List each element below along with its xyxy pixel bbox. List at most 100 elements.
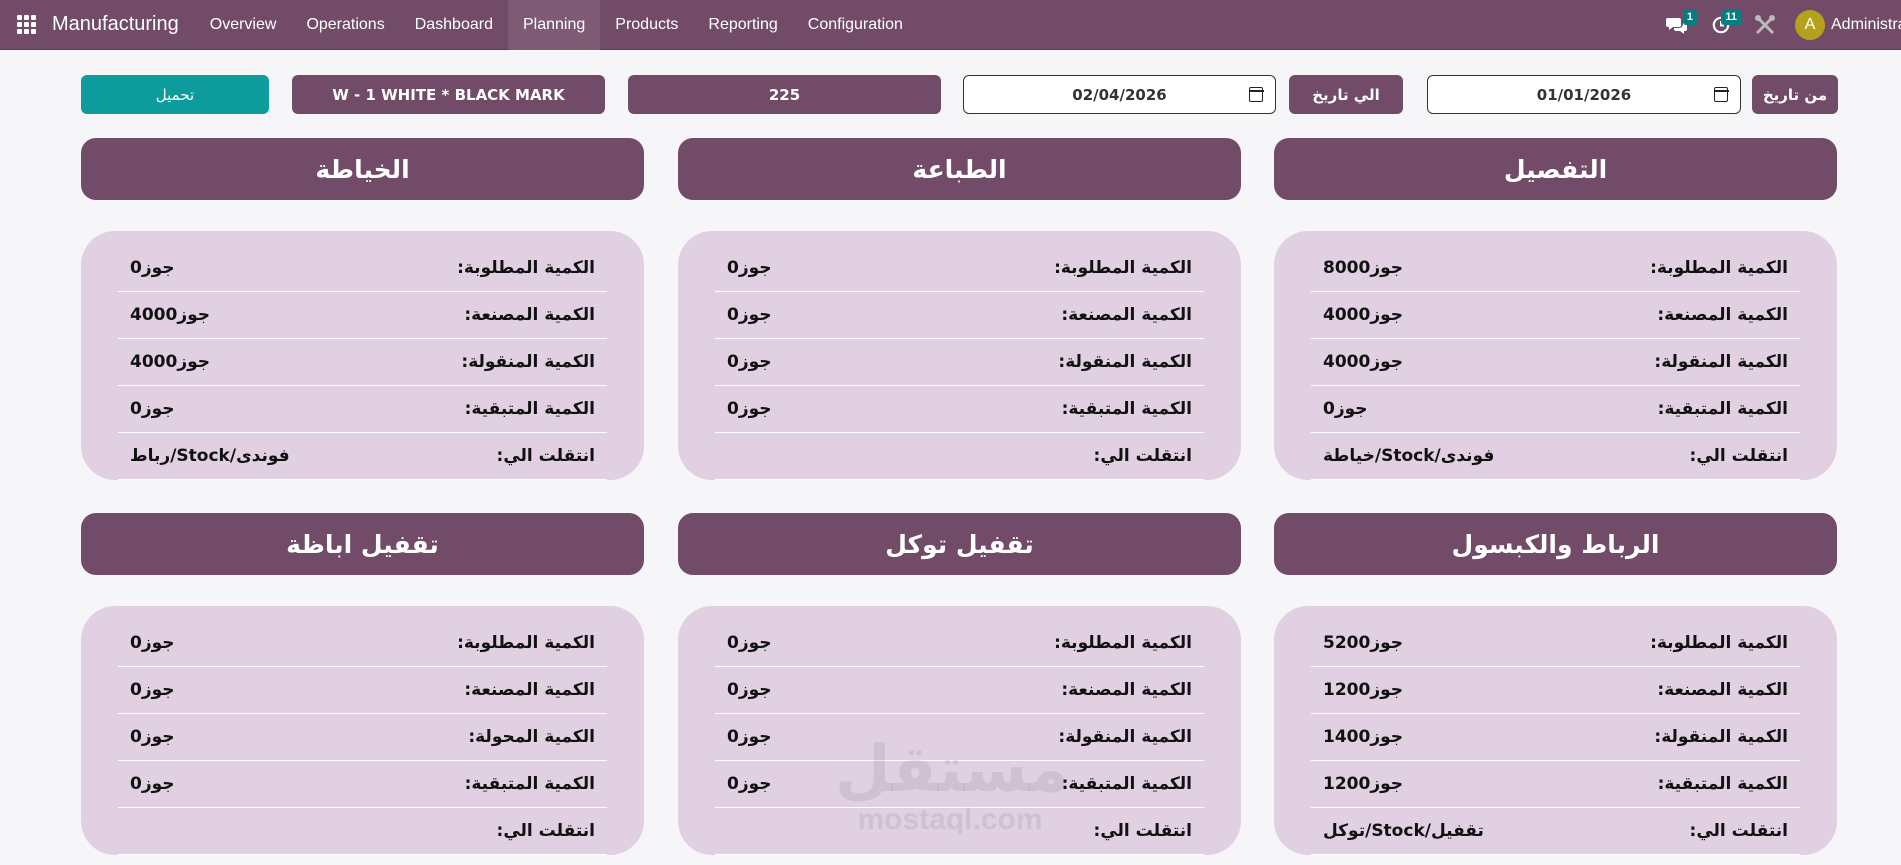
row-value: جوز0: [727, 633, 772, 653]
row-required: الكمية المطلوبة: جوز0: [715, 245, 1204, 292]
row-label: الكمية المنقولة:: [1058, 727, 1192, 747]
user-name[interactable]: Administrator: [1831, 16, 1901, 34]
row-remaining: الكمية المتبقية: جوز0: [118, 386, 607, 433]
row-label: الكمية المصنعة:: [1657, 680, 1788, 700]
from-date-input[interactable]: 01/01/2026: [1427, 75, 1741, 114]
avatar[interactable]: A: [1795, 10, 1825, 40]
row-value: جوز0: [727, 258, 772, 278]
row-label: الكمية المتبقية:: [464, 399, 595, 419]
section-header-cutting: التفصيل: [1274, 138, 1837, 200]
card-tawakol-finishing: الكمية المطلوبة: جوز0 الكمية المصنعة: جوز0…: [678, 606, 1241, 855]
row-label: الكمية المصنعة:: [464, 680, 595, 700]
row-value: جوز4000: [130, 305, 211, 325]
row-value: جوز1400: [1323, 727, 1404, 747]
row-value: جوز0: [1323, 399, 1368, 419]
row-label: الكمية المطلوبة:: [457, 633, 595, 653]
row-value: جوز0: [727, 727, 772, 747]
card-abaza-finishing: الكمية المطلوبة: جوز0 الكمية المصنعة: جوز0…: [81, 606, 644, 855]
card-cutting: الكمية المطلوبة: جوز8000 الكمية المصنعة: ج…: [1274, 231, 1837, 480]
row-value: جوز1200: [1323, 680, 1404, 700]
row-remaining: الكمية المتبقية: جوز0: [715, 761, 1204, 808]
row-manufactured: الكمية المصنعة: جوز0: [118, 667, 607, 714]
section-header-tawakol-finishing: تقفيل توكل: [678, 513, 1241, 575]
menu-products[interactable]: Products: [600, 0, 693, 50]
row-transferred: الكمية المحولة: جوز0: [118, 714, 607, 761]
row-required: الكمية المطلوبة: جوز5200: [1311, 620, 1800, 667]
row-value: جوز0: [727, 774, 772, 794]
row-value: جوز0: [130, 633, 175, 653]
navbar-systray: 1 11 A Administrator: [1655, 0, 1901, 50]
menu-operations[interactable]: Operations: [291, 0, 399, 50]
row-manufactured: الكمية المصنعة: جوز0: [715, 292, 1204, 339]
row-remaining: الكمية المتبقية: جوز1200: [1311, 761, 1800, 808]
row-label: الكمية المصنعة:: [464, 305, 595, 325]
calendar-icon[interactable]: [1713, 87, 1729, 102]
row-moved-to: انتقلت الي: فوندى/Stock/رباط: [118, 433, 607, 480]
apps-menu-icon[interactable]: [4, 0, 48, 50]
row-transferred: الكمية المنقولة: جوز1400: [1311, 714, 1800, 761]
section-header-sewing: الخياطة: [81, 138, 644, 200]
row-label: الكمية المطلوبة:: [1650, 258, 1788, 278]
row-value: جوز4000: [130, 352, 211, 372]
row-label: انتقلت الي:: [1093, 446, 1192, 466]
row-remaining: الكمية المتبقية: جوز0: [715, 386, 1204, 433]
menu-dashboard[interactable]: Dashboard: [400, 0, 508, 50]
row-value: جوز0: [130, 774, 175, 794]
row-label: الكمية المصنعة:: [1061, 680, 1192, 700]
row-value: جوز0: [130, 399, 175, 419]
debug-tools-button[interactable]: [1743, 0, 1787, 50]
row-moved-to: انتقلت الي: تقفيل/Stock/توكل: [1311, 808, 1800, 855]
card-lacing: الكمية المطلوبة: جوز5200 الكمية المصنعة: ج…: [1274, 606, 1837, 855]
main-menu: Overview Operations Dashboard Planning P…: [195, 0, 918, 50]
menu-overview[interactable]: Overview: [195, 0, 292, 50]
row-label: الكمية المنقولة:: [1058, 352, 1192, 372]
row-value: جوز0: [727, 399, 772, 419]
row-label: الكمية المحولة:: [468, 727, 595, 747]
row-manufactured: الكمية المصنعة: جوز4000: [1311, 292, 1800, 339]
row-value: جوز4000: [1323, 352, 1404, 372]
row-manufactured: الكمية المصنعة: جوز0: [715, 667, 1204, 714]
row-value: جوز5200: [1323, 633, 1404, 653]
to-date-value: 02/04/2026: [1072, 85, 1167, 104]
messages-button[interactable]: 1: [1655, 0, 1699, 50]
row-remaining: الكمية المتبقية: جوز0: [1311, 386, 1800, 433]
row-required: الكمية المطلوبة: جوز8000: [1311, 245, 1800, 292]
row-value: جوز0: [727, 305, 772, 325]
quantity-field[interactable]: 225: [628, 75, 941, 114]
section-header-abaza-finishing: تقفيل اباظة: [81, 513, 644, 575]
row-value: جوز0: [727, 352, 772, 372]
activities-badge: 11: [1721, 10, 1741, 25]
row-value: جوز4000: [1323, 305, 1404, 325]
product-field[interactable]: W - 1 WHITE * BLACK MARK: [292, 75, 605, 114]
section-header-lacing: الرباط والكبسول: [1274, 513, 1837, 575]
row-value: جوز0: [130, 258, 175, 278]
row-transferred: الكمية المنقولة: جوز4000: [118, 339, 607, 386]
menu-configuration[interactable]: Configuration: [793, 0, 918, 50]
row-label: انتقلت الي:: [496, 821, 595, 841]
row-label: الكمية المطلوبة:: [1650, 633, 1788, 653]
row-transferred: الكمية المنقولة: جوز0: [715, 714, 1204, 761]
calendar-icon[interactable]: [1248, 87, 1264, 102]
row-label: الكمية المتبقية:: [1061, 399, 1192, 419]
app-name[interactable]: Manufacturing: [52, 13, 179, 36]
row-label: الكمية المطلوبة:: [1054, 258, 1192, 278]
row-label: الكمية المتبقية:: [1657, 399, 1788, 419]
row-required: الكمية المطلوبة: جوز0: [118, 620, 607, 667]
row-moved-to: انتقلت الي: فوندى/Stock/خياطة: [1311, 433, 1800, 480]
activities-button[interactable]: 11: [1699, 0, 1743, 50]
row-value: جوز0: [130, 727, 175, 747]
menu-planning[interactable]: Planning: [507, 0, 601, 50]
row-moved-to: انتقلت الي:: [715, 433, 1204, 480]
row-required: الكمية المطلوبة: جوز0: [715, 620, 1204, 667]
to-date-input[interactable]: 02/04/2026: [963, 75, 1276, 114]
row-remaining: الكمية المتبقية: جوز0: [118, 761, 607, 808]
load-button[interactable]: تحميل: [81, 75, 269, 114]
messages-badge: 1: [1682, 10, 1697, 25]
card-printing: الكمية المطلوبة: جوز0 الكمية المصنعة: جوز0…: [678, 231, 1241, 480]
row-label: انتقلت الي:: [1093, 821, 1192, 841]
row-moved-to: انتقلت الي:: [715, 808, 1204, 855]
row-label: الكمية المنقولة:: [461, 352, 595, 372]
row-value: فوندى/Stock/خياطة: [1323, 446, 1495, 466]
menu-reporting[interactable]: Reporting: [693, 0, 792, 50]
row-label: الكمية المطلوبة:: [457, 258, 595, 278]
